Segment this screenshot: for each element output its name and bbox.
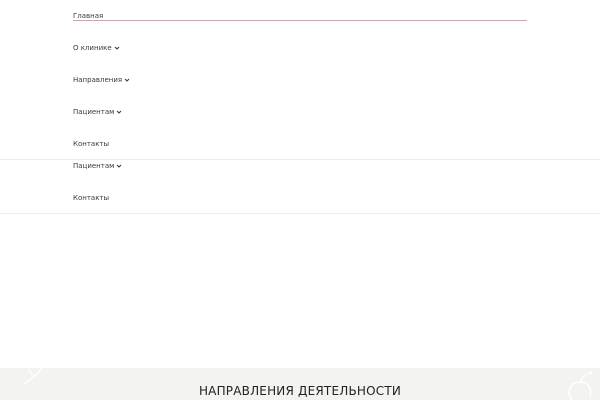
page: Главная О клинике Направления Пациентам … (0, 0, 600, 400)
nav-item-contacts[interactable]: Контакты (73, 139, 109, 149)
nav-item-label: Пациентам (73, 162, 115, 170)
chevron-down-icon (117, 164, 122, 168)
header-bottom-divider (0, 213, 600, 214)
section-title: НАПРАВЛЕНИЯ ДЕЯТЕЛЬНОСТИ (198, 384, 402, 398)
nav-divider (0, 159, 600, 160)
nav-item-label: О клинике (73, 44, 112, 52)
nav-item-label: Направления (73, 76, 123, 84)
nav-item-label: Контакты (73, 194, 110, 202)
nav-item-label: Пациентам (73, 108, 115, 116)
nav-item-about[interactable]: О клинике (73, 43, 120, 53)
chevron-down-icon (117, 110, 122, 114)
chevron-down-icon (114, 46, 120, 50)
nav-item-directions[interactable]: Направления (73, 75, 130, 85)
sticky-nav-item-contacts[interactable]: Контакты (73, 193, 109, 203)
chevron-down-icon (124, 78, 130, 82)
nav-item-label: Контакты (73, 140, 110, 148)
active-item-underline (73, 20, 527, 21)
nav-item-patients[interactable]: Пациентам (73, 107, 122, 117)
sticky-nav-item-patients[interactable]: Пациентам (73, 161, 122, 171)
